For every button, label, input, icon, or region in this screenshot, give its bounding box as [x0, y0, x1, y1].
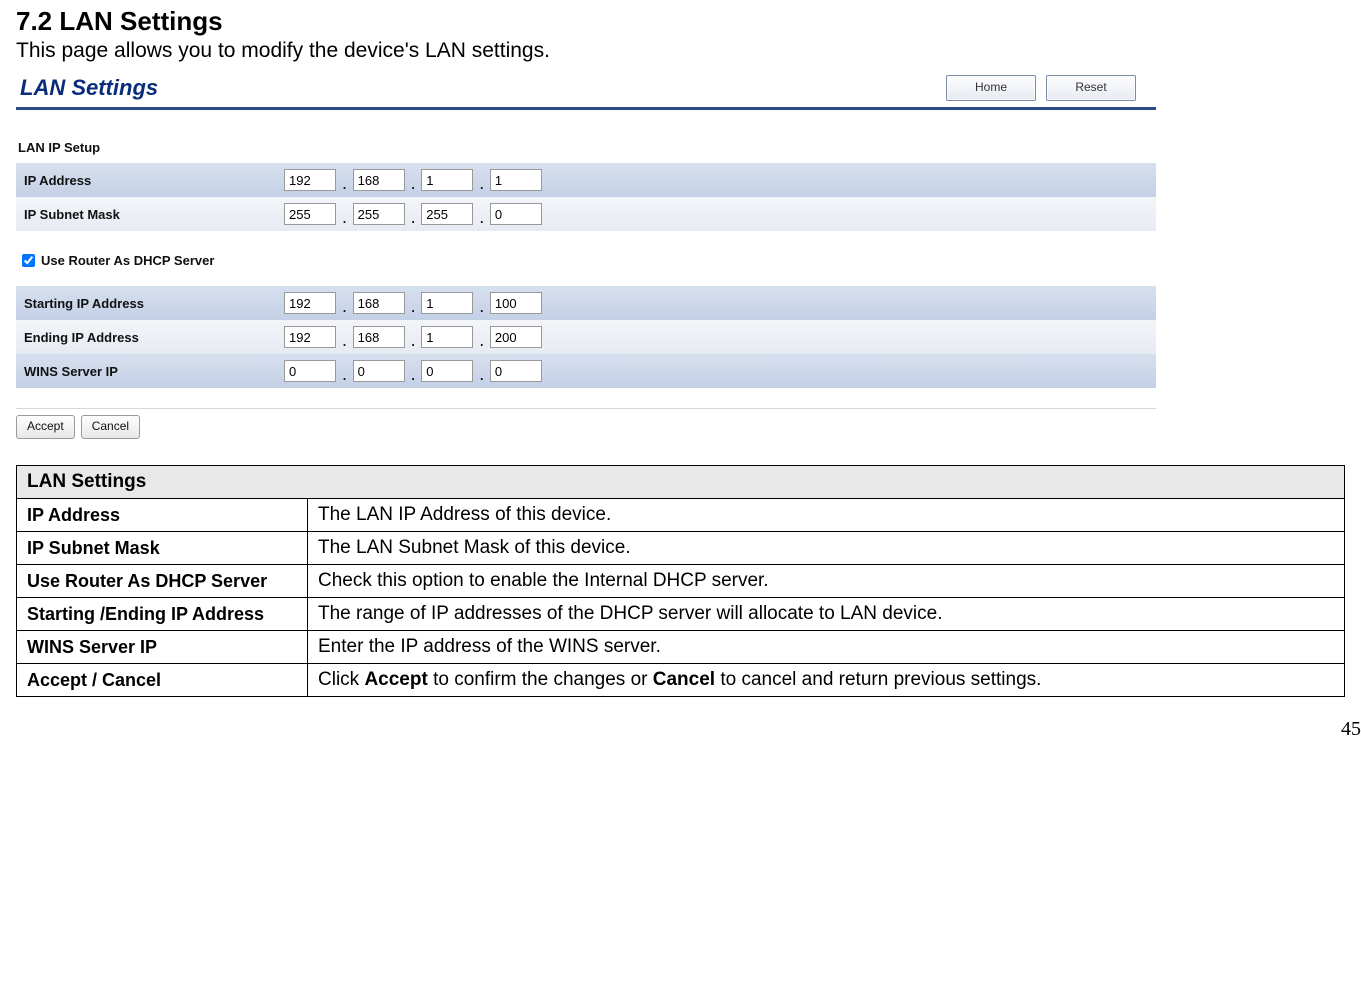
home-button[interactable]: Home [946, 75, 1036, 101]
desc-text: to confirm the changes or [428, 669, 653, 690]
lan-settings-description-table: LAN Settings IP Address The LAN IP Addre… [16, 465, 1345, 697]
starting-ip-label: Starting IP Address [16, 286, 284, 320]
desc-bold-cancel: Cancel [653, 669, 715, 690]
ip-dot: . [336, 369, 349, 379]
desc-text: to cancel and return previous settings. [715, 669, 1041, 690]
ip-address-row: IP Address . . . [16, 163, 1156, 197]
ip-dot: . [473, 178, 486, 188]
ending-ip-label: Ending IP Address [16, 320, 284, 354]
desc-value: The LAN Subnet Mask of this device. [308, 532, 1345, 565]
starting-ip-octet-1[interactable] [284, 292, 336, 314]
desc-value: Check this option to enable the Internal… [308, 565, 1345, 598]
ip-dot: . [405, 335, 418, 345]
desc-key: Accept / Cancel [17, 664, 308, 697]
page-number: 45 [1341, 718, 1361, 741]
desc-value: The LAN IP Address of this device. [308, 499, 1345, 532]
wins-server-label: WINS Server IP [16, 354, 284, 388]
wins-octet-4[interactable] [490, 360, 542, 382]
ip-dot: . [405, 212, 418, 222]
use-router-as-dhcp-label: Use Router As DHCP Server [41, 253, 214, 268]
table-row: IP Subnet Mask The LAN Subnet Mask of th… [17, 532, 1345, 565]
subnet-octet-3[interactable] [421, 203, 473, 225]
starting-ip-row: Starting IP Address . . . [16, 286, 1156, 320]
ip-dot: . [473, 335, 486, 345]
dhcp-range-table: Starting IP Address . . . Ending IP Addr… [16, 286, 1156, 388]
ip-dot: . [405, 301, 418, 311]
ip-address-octet-1[interactable] [284, 169, 336, 191]
ending-ip-octet-3[interactable] [421, 326, 473, 348]
section-heading: 7.2 LAN Settings [16, 6, 1345, 37]
desc-value: The range of IP addresses of the DHCP se… [308, 598, 1345, 631]
ip-dot: . [473, 212, 486, 222]
ending-ip-octet-2[interactable] [353, 326, 405, 348]
starting-ip-octet-3[interactable] [421, 292, 473, 314]
header-divider [16, 107, 1156, 110]
desc-text: Click [318, 669, 364, 690]
subnet-octet-1[interactable] [284, 203, 336, 225]
wins-octet-2[interactable] [353, 360, 405, 382]
cancel-button[interactable]: Cancel [81, 415, 140, 439]
subnet-octet-2[interactable] [353, 203, 405, 225]
starting-ip-octet-2[interactable] [353, 292, 405, 314]
ip-dot: . [473, 369, 486, 379]
desc-value-accept-cancel: Click Accept to confirm the changes or C… [308, 664, 1345, 697]
ending-ip-octet-4[interactable] [490, 326, 542, 348]
section-intro: This page allows you to modify the devic… [16, 39, 1345, 63]
ending-ip-row: Ending IP Address . . . [16, 320, 1156, 354]
desc-table-header: LAN Settings [17, 466, 1345, 499]
desc-key: Use Router As DHCP Server [17, 565, 308, 598]
subnet-mask-label: IP Subnet Mask [16, 197, 284, 231]
ip-dot: . [405, 369, 418, 379]
desc-key: IP Address [17, 499, 308, 532]
subnet-mask-row: IP Subnet Mask . . . [16, 197, 1156, 231]
ending-ip-octet-1[interactable] [284, 326, 336, 348]
desc-bold-accept: Accept [364, 669, 427, 690]
accept-button[interactable]: Accept [16, 415, 75, 439]
ip-dot: . [473, 301, 486, 311]
desc-key: IP Subnet Mask [17, 532, 308, 565]
lan-settings-screenshot: LAN Settings Home Reset LAN IP Setup IP … [16, 69, 1156, 439]
ip-address-octet-3[interactable] [421, 169, 473, 191]
table-row: WINS Server IP Enter the IP address of t… [17, 631, 1345, 664]
reset-button[interactable]: Reset [1046, 75, 1136, 101]
ip-dot: . [336, 178, 349, 188]
ip-dot: . [336, 301, 349, 311]
ip-address-octet-2[interactable] [353, 169, 405, 191]
starting-ip-octet-4[interactable] [490, 292, 542, 314]
ip-address-octet-4[interactable] [490, 169, 542, 191]
table-row: Use Router As DHCP Server Check this opt… [17, 565, 1345, 598]
desc-key: WINS Server IP [17, 631, 308, 664]
panel-title: LAN Settings [16, 75, 946, 101]
lan-ip-setup-table: IP Address . . . IP Subnet Mask . . . [16, 163, 1156, 231]
thin-divider [16, 408, 1156, 409]
wins-server-row: WINS Server IP . . . [16, 354, 1156, 388]
table-row: Accept / Cancel Click Accept to confirm … [17, 664, 1345, 697]
table-row: IP Address The LAN IP Address of this de… [17, 499, 1345, 532]
table-row: Starting /Ending IP Address The range of… [17, 598, 1345, 631]
ip-dot: . [336, 212, 349, 222]
desc-key: Starting /Ending IP Address [17, 598, 308, 631]
lan-ip-setup-label: LAN IP Setup [18, 140, 1156, 155]
wins-octet-1[interactable] [284, 360, 336, 382]
use-router-as-dhcp-checkbox[interactable] [22, 254, 35, 267]
desc-value: Enter the IP address of the WINS server. [308, 631, 1345, 664]
wins-octet-3[interactable] [421, 360, 473, 382]
ip-dot: . [336, 335, 349, 345]
ip-address-label: IP Address [16, 163, 284, 197]
ip-dot: . [405, 178, 418, 188]
subnet-octet-4[interactable] [490, 203, 542, 225]
